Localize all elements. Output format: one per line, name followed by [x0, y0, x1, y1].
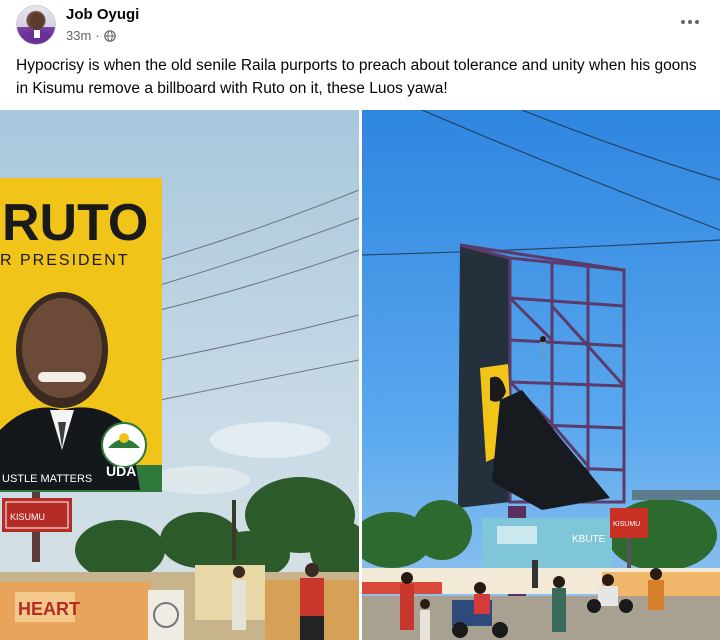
left-small-sign: KISUMU: [10, 512, 45, 522]
post-meta: 33m ·: [66, 28, 116, 43]
billboard-title: RUTO: [2, 194, 148, 252]
photo-billboard-ruto[interactable]: RUTO R PRESIDENT UDA USTLE MATTERS KISUM…: [0, 110, 359, 640]
photo-billboard-removal[interactable]: KBUTE KISUMU: [362, 110, 720, 640]
billboard-subtitle: R PRESIDENT: [0, 252, 130, 269]
post-text: Hypocrisy is when the old senile Raila p…: [16, 57, 697, 97]
post-time[interactable]: 33m: [66, 28, 91, 43]
author-avatar[interactable]: [16, 5, 56, 45]
billboard-slogan: USTLE MATTERS: [2, 473, 92, 485]
photo-grid: RUTO R PRESIDENT UDA USTLE MATTERS KISUM…: [0, 110, 720, 640]
meta-separator: ·: [95, 28, 100, 43]
author-name[interactable]: Job Oyugi: [66, 6, 139, 23]
shop-sign: HEART: [18, 599, 80, 619]
right-small-sign: KISUMU: [613, 521, 640, 528]
more-options-icon[interactable]: [676, 10, 704, 34]
post-header: Job Oyugi 33m ·: [0, 0, 720, 52]
billboard-party: UDA: [106, 463, 136, 479]
globe-icon[interactable]: [103, 29, 116, 42]
building-sign: KBUTE: [572, 534, 606, 545]
